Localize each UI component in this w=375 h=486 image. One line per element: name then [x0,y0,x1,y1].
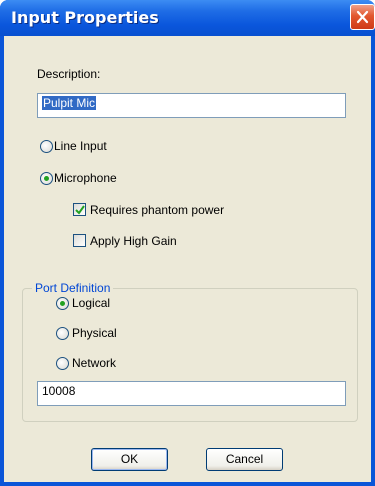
checkmark-icon [75,205,85,215]
microphone-label[interactable]: Microphone [54,171,117,185]
port-value: 10008 [42,384,76,398]
line-input-radio[interactable] [40,140,53,153]
port-field[interactable]: 10008 [37,381,346,406]
description-field[interactable]: Pulpit Mic [37,93,346,118]
network-label[interactable]: Network [72,356,116,370]
phantom-power-label[interactable]: Requires phantom power [90,203,224,217]
close-button[interactable] [350,4,375,30]
port-definition-title: Port Definition [32,281,114,295]
cancel-button[interactable]: Cancel [206,448,283,471]
physical-radio[interactable] [56,327,69,340]
line-input-label[interactable]: Line Input [54,139,107,153]
physical-label[interactable]: Physical [72,326,117,340]
microphone-radio[interactable] [40,172,53,185]
high-gain-label[interactable]: Apply High Gain [90,234,177,248]
title-bar[interactable]: Input Properties [0,0,375,36]
description-value: Pulpit Mic [42,96,97,110]
dialog-window: Input Properties Description: Pulpit Mic… [0,0,375,486]
logical-label[interactable]: Logical [72,296,110,310]
network-radio[interactable] [56,357,69,370]
ok-button[interactable]: OK [91,448,168,471]
window-title: Input Properties [11,8,159,27]
phantom-power-checkbox[interactable] [73,203,86,216]
description-label: Description: [37,67,101,81]
logical-radio[interactable] [56,297,69,310]
high-gain-checkbox[interactable] [73,234,86,247]
close-icon [356,10,369,24]
